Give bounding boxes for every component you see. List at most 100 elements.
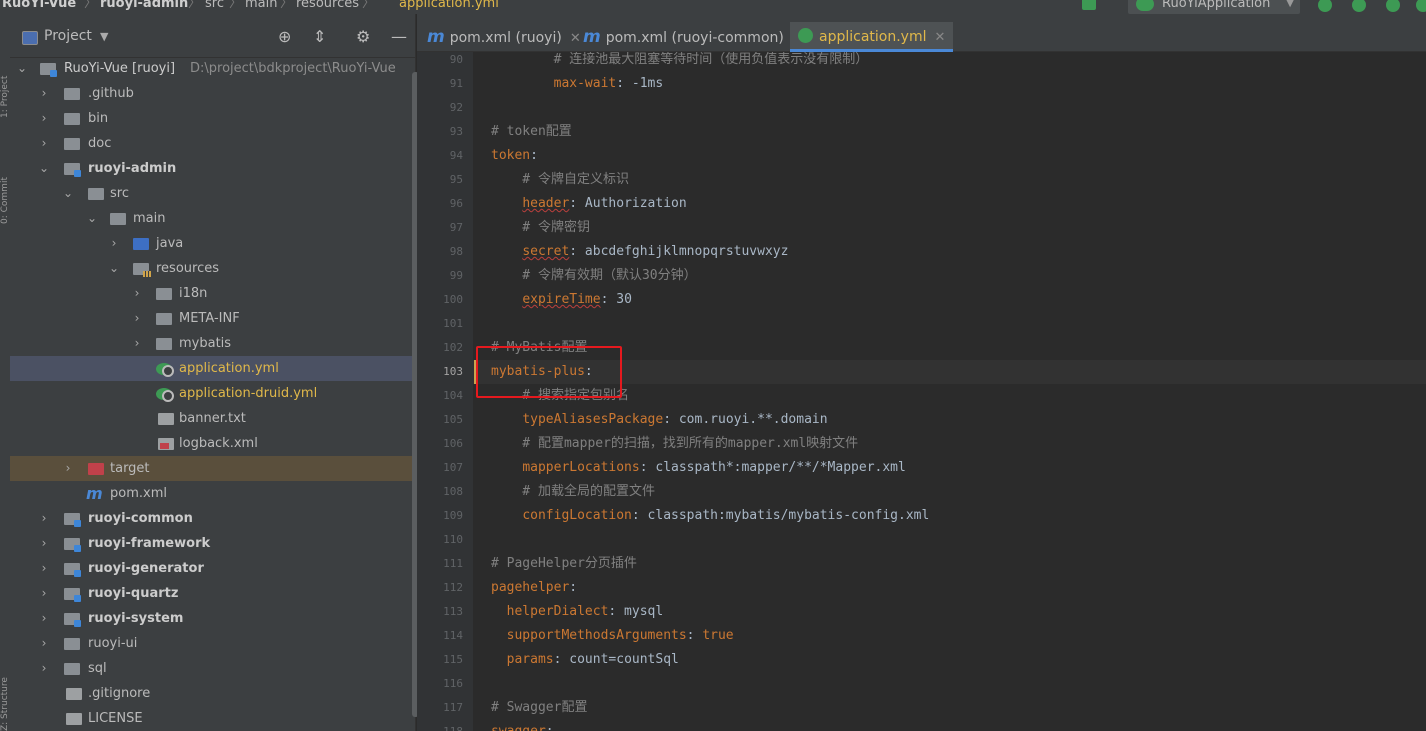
run-configuration-selector[interactable]: RuoYiApplication ▼ [1128,0,1300,14]
breadcrumb-file[interactable]: application.yml [399,0,499,13]
code-line[interactable]: # 令牌密钥 [491,216,590,240]
chevron-right-icon[interactable]: › [38,106,50,131]
tree-row-ruoyi-generator[interactable]: › ruoyi-generator [10,556,416,581]
tree-row-target[interactable]: › target [10,456,416,481]
tab-pom-ruoyi[interactable]: m pom.xml (ruoyi) ✕ [427,22,581,52]
rerun-icon[interactable] [1318,0,1332,12]
code-line[interactable]: # 令牌有效期（默认30分钟） [491,264,696,288]
tree-row-ruoyi-vue[interactable]: ⌄ RuoYi-Vue [ruoyi] D:\project\bdkprojec… [10,56,416,81]
tree-row-ruoyi-admin[interactable]: ⌄ ruoyi-admin [10,156,416,181]
tree-row-sql[interactable]: › sql [10,656,416,681]
tree-row-doc[interactable]: › doc [10,131,416,156]
code-line[interactable]: secret: abcdefghijklmnopqrstuvwxyz [491,240,788,264]
code-line[interactable]: supportMethodsArguments: true [491,624,734,648]
breadcrumb-src[interactable]: src [205,0,224,13]
breadcrumb-module[interactable]: ruoyi-admin [100,0,188,13]
code-line[interactable]: swagger: [491,720,554,731]
structure-tool-button[interactable]: Z: Structure [0,654,10,731]
chevron-right-icon[interactable]: › [38,81,50,106]
code-line[interactable]: # Swagger配置 [491,696,587,720]
chevron-right-icon[interactable]: › [38,556,50,581]
close-icon[interactable]: ✕ [935,30,946,45]
breadcrumb-project[interactable]: RuoYi-Vue [2,0,76,13]
tree-row-bin[interactable]: › bin [10,106,416,131]
code-line[interactable]: mapperLocations: classpath*:mapper/**/*M… [491,456,906,480]
chevron-right-icon[interactable]: › [108,231,120,256]
chevron-down-icon[interactable]: ⌄ [16,56,28,81]
chevron-down-icon[interactable]: ⌄ [62,181,74,206]
build-hammer-icon[interactable] [1082,0,1096,10]
chevron-right-icon[interactable]: › [131,281,143,306]
tab-application-yml[interactable]: application.yml ✕ [790,22,954,52]
code-line[interactable]: helperDialect: mysql [491,600,664,624]
tree-row-license[interactable]: LICENSE [10,706,416,731]
tab-pom-ruoyi-common[interactable]: mpom.xml (ruoyi-common)✕ [583,22,803,52]
tree-row-ruoyi-ui[interactable]: › ruoyi-ui [10,631,416,656]
tree-row-i18n[interactable]: › i18n [10,281,416,306]
code-line[interactable]: pagehelper: [491,576,577,600]
line-number: 100 [443,293,463,306]
project-panel-title[interactable]: Project [44,28,92,44]
debug-bug-icon[interactable] [1352,0,1366,12]
tree-row-gitignore[interactable]: .gitignore [10,681,416,706]
chevron-right-icon[interactable]: › [38,531,50,556]
code-line[interactable]: typeAliasesPackage: com.ruoyi.**.domain [491,408,827,432]
chevron-right-icon[interactable]: › [38,631,50,656]
breadcrumb-resources[interactable]: resources [296,0,359,13]
tree-row-ruoyi-system[interactable]: › ruoyi-system [10,606,416,631]
code-line[interactable]: # 加载全局的配置文件 [491,480,655,504]
gear-icon[interactable]: ⚙ [356,28,370,46]
code-line[interactable]: # PageHelper分页插件 [491,552,637,576]
yaml-key: token [491,148,531,163]
tree-row-java[interactable]: › java [10,231,416,256]
chevron-down-icon[interactable]: ⌄ [86,206,98,231]
tree-row-logback-xml[interactable]: logback.xml [10,431,416,456]
code-line[interactable]: # 连接池最大阻塞等待时间（使用负值表示没有限制） [491,52,869,72]
tree-row-ruoyi-common[interactable]: › ruoyi-common [10,506,416,531]
profile-icon[interactable] [1416,0,1426,12]
project-tool-button[interactable]: 1: Project [0,28,10,118]
code-line[interactable]: expireTime: 30 [491,288,632,312]
chevron-right-icon[interactable]: › [131,331,143,356]
code-line[interactable]: configLocation: classpath:mybatis/mybati… [491,504,929,528]
tree-row-application-druid-yml[interactable]: application-druid.yml [10,381,416,406]
hide-panel-icon[interactable]: — [391,28,407,46]
tree-row-banner-txt[interactable]: banner.txt [10,406,416,431]
chevron-right-icon[interactable]: › [131,306,143,331]
chevron-right-icon[interactable]: › [62,456,74,481]
breadcrumb-main[interactable]: main [245,0,277,13]
code-line[interactable]: header: Authorization [491,192,686,216]
chevron-right-icon[interactable]: › [38,131,50,156]
chevron-down-icon[interactable]: ⌄ [108,256,120,281]
line-number: 114 [443,629,463,642]
tree-row-main[interactable]: ⌄ main [10,206,416,231]
chevron-right-icon[interactable]: › [38,581,50,606]
tree-row-src[interactable]: ⌄ src [10,181,416,206]
code-line[interactable]: token: [491,144,538,168]
chevron-down-icon[interactable]: ▼ [100,30,108,43]
chevron-right-icon[interactable]: › [38,506,50,531]
close-icon[interactable]: ✕ [570,31,581,46]
tree-row-resources[interactable]: ⌄ resources [10,256,416,281]
tree-row-meta-inf[interactable]: › META-INF [10,306,416,331]
tree-row-mybatis[interactable]: › mybatis [10,331,416,356]
code-line[interactable]: # 配置mapper的扫描，找到所有的mapper.xml映射文件 [491,432,858,456]
tree-row-application-yml[interactable]: application.yml [10,356,416,381]
code-line[interactable]: # token配置 [491,120,572,144]
tree-row-ruoyi-quartz[interactable]: › ruoyi-quartz [10,581,416,606]
locate-file-icon[interactable]: ⊕ [278,28,291,46]
commit-tool-button[interactable]: 0: Commit [0,134,10,224]
chevron-right-icon[interactable]: › [38,656,50,681]
tree-row-pom-xml[interactable]: m pom.xml [10,481,416,506]
code-line[interactable]: # 令牌自定义标识 [491,168,629,192]
tab-label: pom.xml (ruoyi) [449,30,562,46]
chevron-down-icon[interactable]: ⌄ [38,156,50,181]
chevron-right-icon[interactable]: › [38,606,50,631]
coverage-icon[interactable] [1386,0,1400,12]
tree-row-ruoyi-framework[interactable]: › ruoyi-framework [10,531,416,556]
gitignore-file-icon [66,688,82,700]
code-line[interactable]: params: count=countSql [491,648,679,672]
code-line[interactable]: max-wait: -1ms [491,72,664,96]
collapse-all-icon[interactable]: ⇕ [313,28,326,46]
tree-row-github[interactable]: › .github [10,81,416,106]
